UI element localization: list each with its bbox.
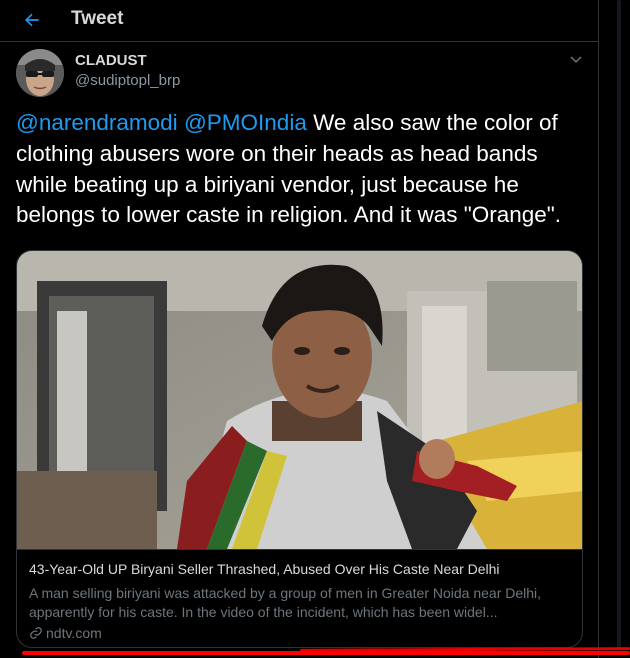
- author-display-name[interactable]: CLADUST: [75, 52, 147, 69]
- card-description: A man selling biriyani was attacked by a…: [29, 585, 542, 620]
- author-handle[interactable]: @sudiptopl_brp: [75, 72, 180, 89]
- arrow-left-icon: [25, 13, 39, 27]
- card-domain[interactable]: ndtv.com: [29, 625, 102, 641]
- tweet-column: Tweet CLADUST @sudiptopl_brp @narendramo…: [0, 0, 599, 658]
- scrollbar-thumb[interactable]: [617, 0, 621, 650]
- more-options-button[interactable]: [565, 48, 587, 70]
- tweet-text: @narendramodi @PMOIndia We also saw the …: [16, 108, 588, 231]
- page-title: Tweet: [71, 8, 124, 29]
- red-annotation-underline: [22, 651, 630, 655]
- chevron-down-icon: [570, 56, 582, 63]
- avatar[interactable]: [16, 49, 64, 97]
- card-title[interactable]: 43-Year-Old UP Biryani Seller Thrashed, …: [29, 561, 500, 577]
- card-image[interactable]: [17, 251, 582, 549]
- link-card[interactable]: 43-Year-Old UP Biryani Seller Thrashed, …: [16, 250, 583, 648]
- link-icon: [30, 627, 42, 639]
- scrollbar-track[interactable]: [601, 0, 630, 658]
- tweet-header: Tweet: [0, 0, 599, 42]
- mention-pmoindia[interactable]: @PMOIndia: [184, 110, 307, 135]
- card-info[interactable]: 43-Year-Old UP Biryani Seller Thrashed, …: [17, 549, 582, 647]
- mention-narendramodi[interactable]: @narendramodi: [16, 110, 178, 135]
- card-domain-text: ndtv.com: [46, 625, 102, 641]
- back-button[interactable]: [16, 4, 48, 36]
